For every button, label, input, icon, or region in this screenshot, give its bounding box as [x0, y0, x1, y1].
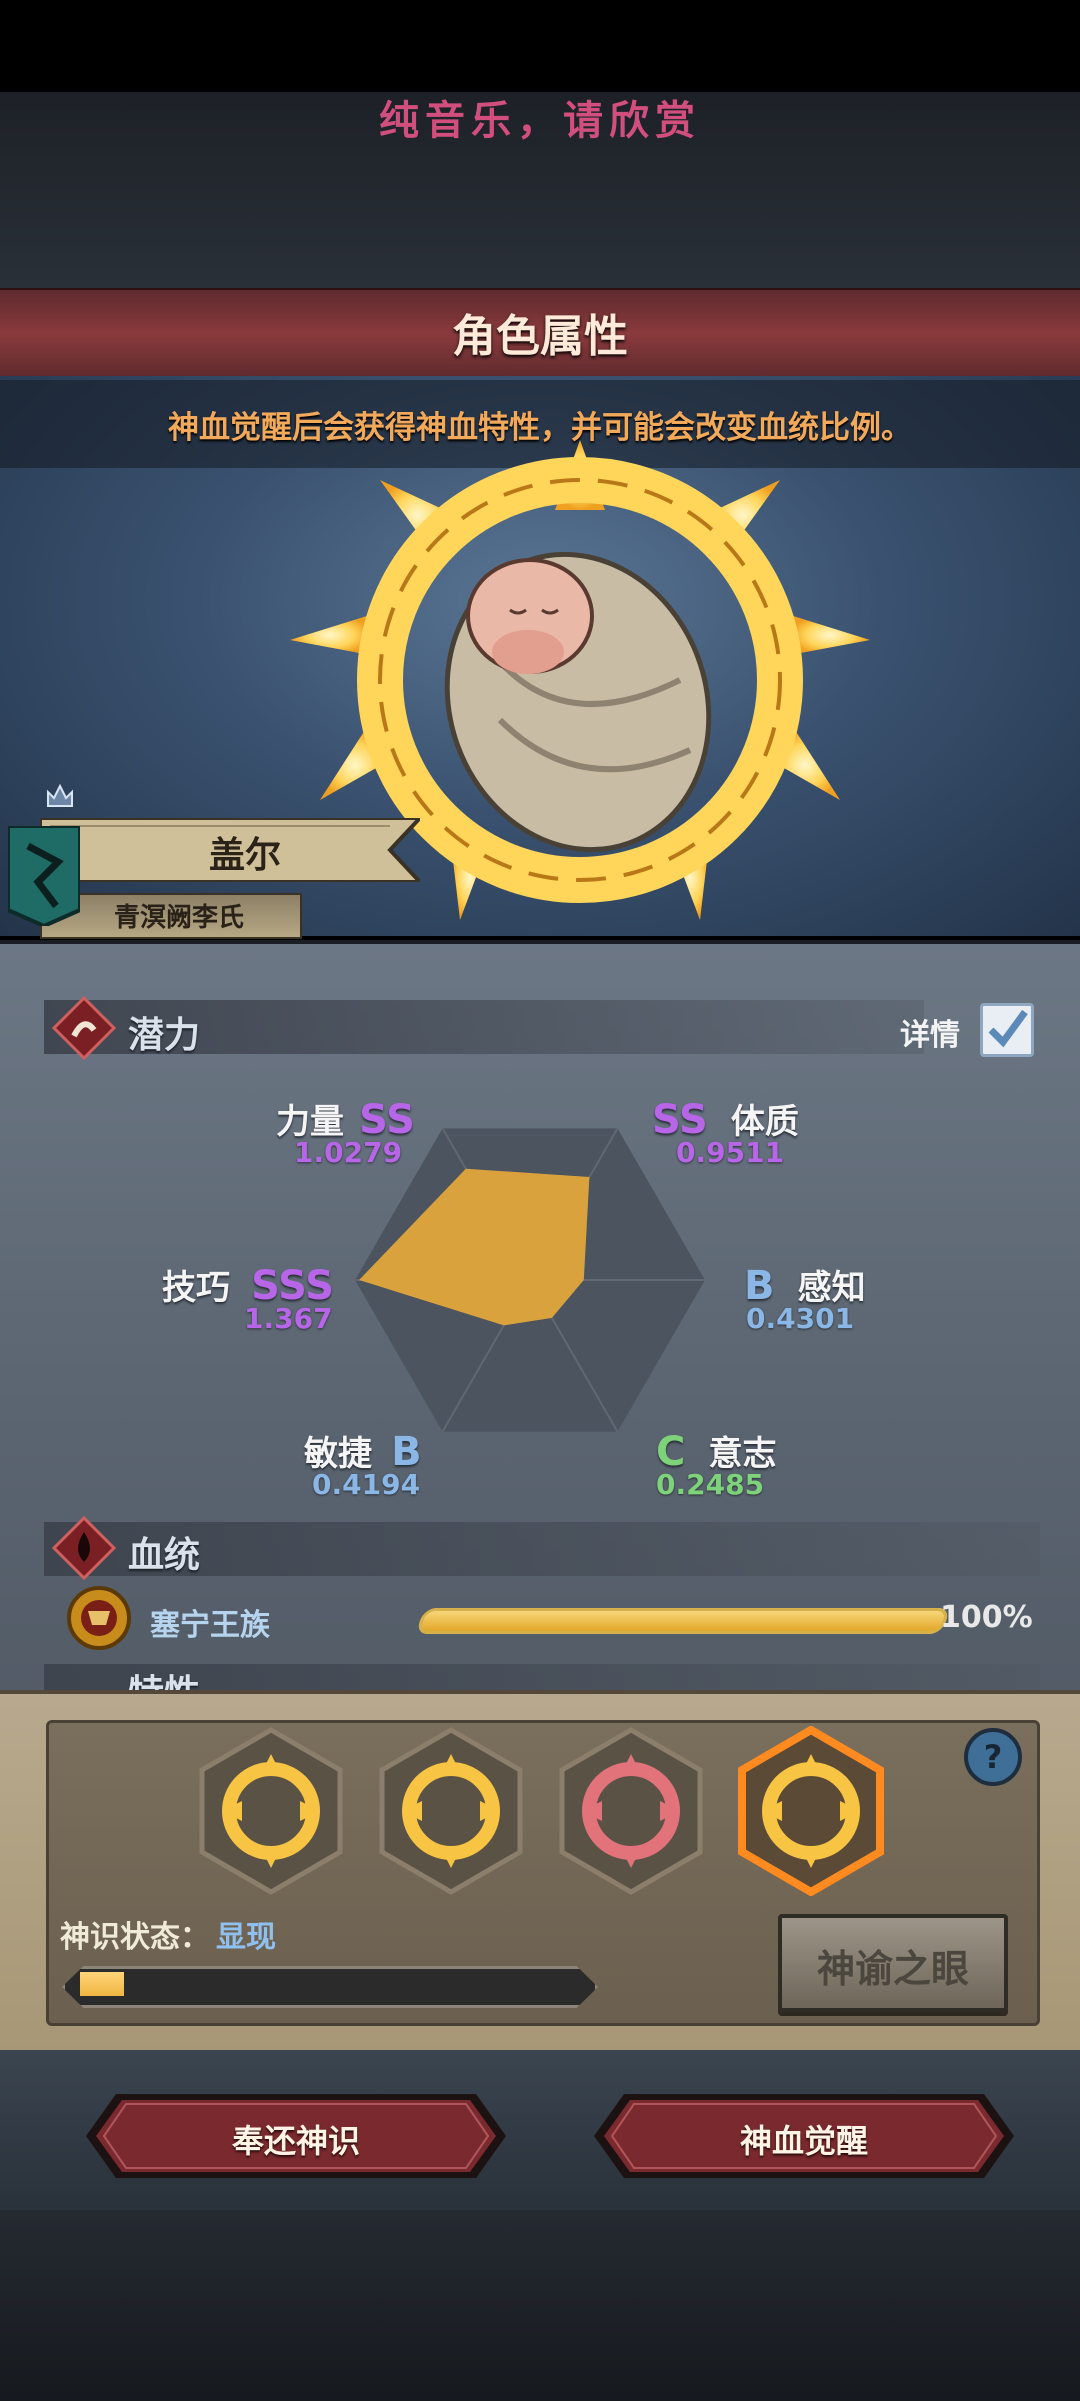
crown-icon [47, 783, 73, 807]
svg-text:?: ? [984, 1738, 1003, 1776]
stat-value: 1.367 [244, 1302, 333, 1335]
clan-name: 青溟阙李氏 [113, 903, 244, 933]
stat-value: 0.9511 [676, 1136, 785, 1169]
divine-progress-track [62, 1966, 598, 2008]
page-title: 角色属性 [452, 311, 628, 362]
divine-state-value: 显现 [216, 1920, 276, 1955]
divine-slot-2[interactable] [376, 1726, 526, 1896]
detail-checkbox[interactable] [980, 1003, 1034, 1057]
return-divine-sense-label: 奉还神识 [231, 2122, 360, 2160]
potential-icon [52, 996, 116, 1060]
stat-value: 0.2485 [656, 1468, 765, 1501]
stat-value: 0.4194 [312, 1468, 421, 1501]
bloodline-name: 塞宁王族 [150, 1608, 270, 1643]
divine-slot-1[interactable] [196, 1726, 346, 1896]
stat-value: 0.4301 [746, 1302, 855, 1335]
royal-crest-icon [67, 1586, 131, 1650]
blood-drop-icon [52, 1516, 116, 1580]
clan-banner-icon [8, 826, 80, 926]
traits-label: 特性 [128, 1666, 200, 1690]
help-icon[interactable]: ? [962, 1726, 1024, 1788]
stat-name: 技巧 [162, 1268, 230, 1308]
footer-area [0, 2210, 1080, 2401]
divine-state-label: 神识状态： [60, 1920, 210, 1955]
potential-label: 潜力 [128, 1015, 201, 1056]
oracle-eye-label: 神谕之眼 [816, 1947, 969, 1991]
stat-value: 1.0279 [294, 1136, 403, 1169]
status-bar [0, 0, 1080, 92]
music-caption: 纯音乐，请欣赏 [379, 97, 701, 144]
character-name: 盖尔 [208, 835, 281, 876]
bloodline-label: 血统 [128, 1535, 201, 1576]
bloodline-bar-fill [415, 1608, 951, 1634]
bloodline-percent: 100% [940, 1600, 1033, 1635]
divine-slot-4-selected[interactable] [736, 1726, 886, 1896]
check-icon [988, 1009, 1028, 1048]
detail-label: 详情 [900, 1018, 960, 1053]
divine-slot-3[interactable] [556, 1726, 706, 1896]
blood-awakening-label: 神血觉醒 [739, 2122, 868, 2160]
divine-progress-fill [80, 1972, 124, 1996]
